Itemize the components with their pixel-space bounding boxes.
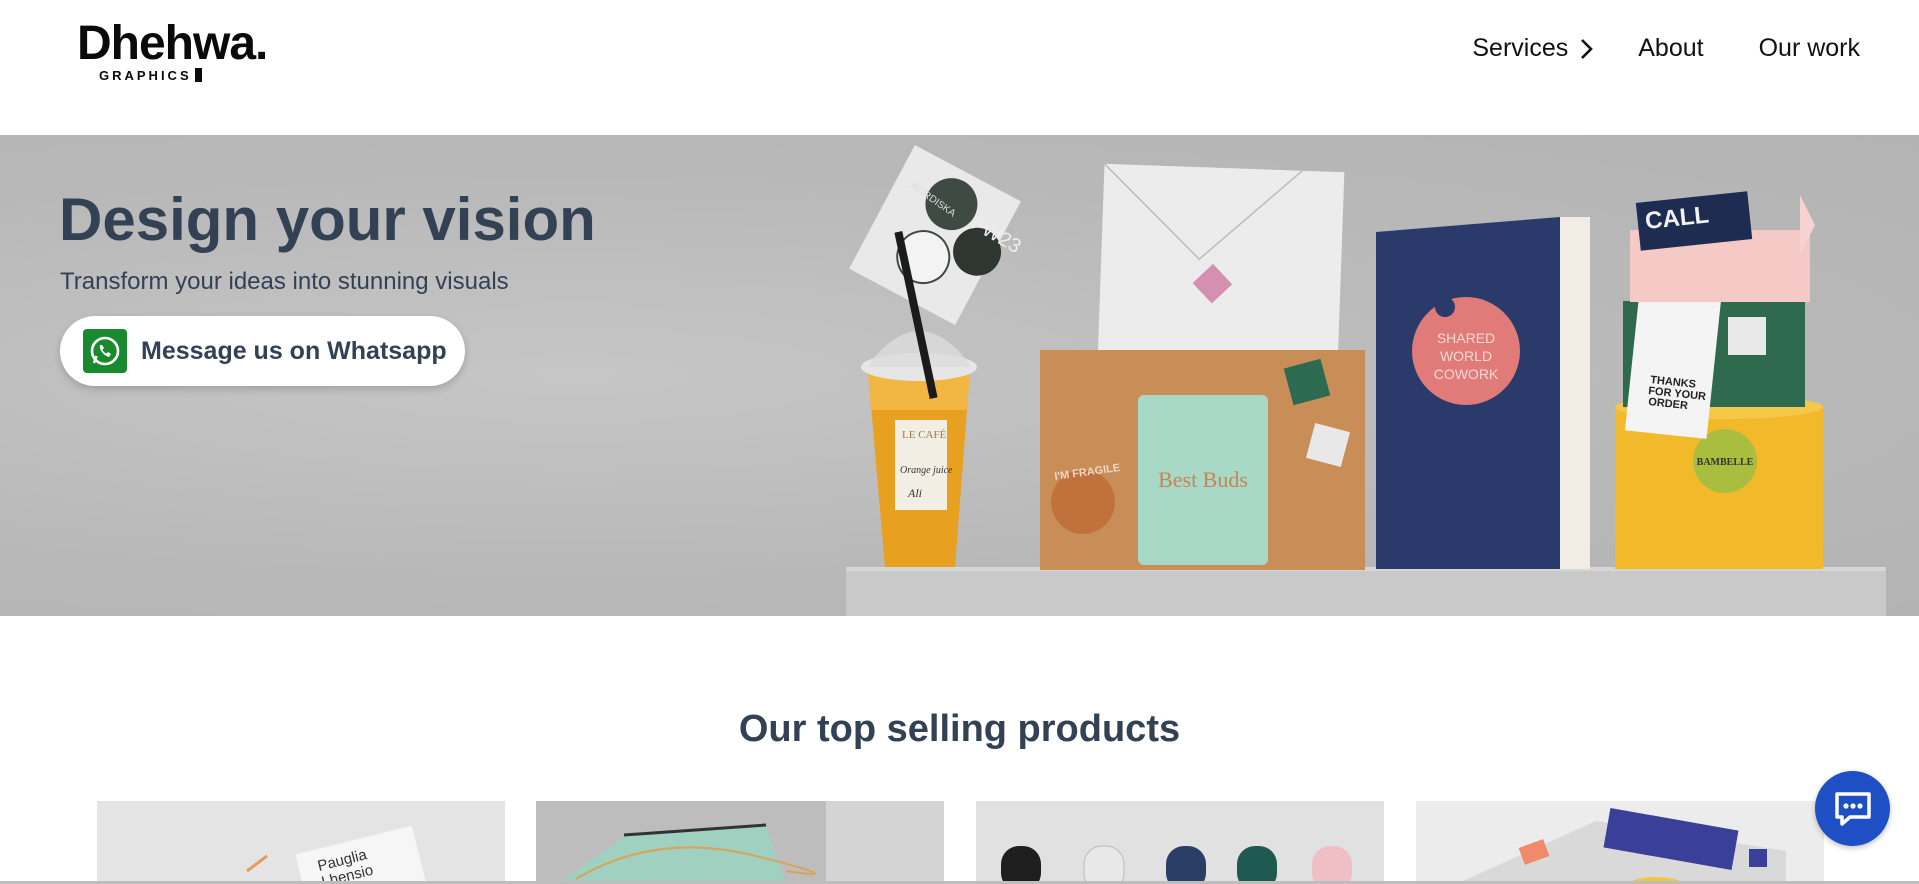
product-card[interactable]	[976, 801, 1384, 884]
hero-title: Design your vision	[59, 186, 596, 253]
product-image-poster	[536, 801, 944, 884]
main-nav: Services About Our work	[1472, 34, 1860, 63]
whatsapp-button-label: Message us on Whatsapp	[141, 336, 447, 365]
book-circle-line2: WORLD	[1440, 348, 1492, 364]
logo-subtext: GRAPHICS	[99, 68, 192, 83]
bambelle-text: BAMBELLE	[1697, 457, 1754, 468]
chat-bubble-icon	[1834, 791, 1871, 826]
product-image-business-cards: Pauglia Lhensio	[97, 801, 505, 884]
product-cards: Pauglia Lhensio	[0, 801, 1919, 884]
product-card[interactable]	[536, 801, 944, 884]
product-card[interactable]	[1416, 801, 1824, 884]
juice-name-text: Ali	[907, 486, 922, 500]
hero-product-scene: NORDISKA FW23 Best Buds I'M FRAGILE LE C…	[846, 145, 1886, 616]
nav-about[interactable]: About	[1638, 34, 1703, 63]
juice-label-text: Orange juice	[900, 465, 953, 476]
book-circle-line1: SHARED	[1437, 330, 1495, 346]
site-header: Dhehwa. GRAPHICS Services About Our work	[0, 0, 1919, 135]
nav-services-label: Services	[1472, 34, 1569, 62]
cafe-label-text: LE CAFÉ	[902, 429, 947, 441]
logo-wordmark: Dhehwa.	[77, 17, 268, 70]
nav-our-work[interactable]: Our work	[1759, 34, 1860, 63]
chevron-right-icon	[1581, 38, 1594, 59]
hero-subtitle: Transform your ideas into stunning visua…	[60, 268, 509, 295]
book-circle-line3: COWORK	[1434, 366, 1499, 382]
product-card[interactable]: Pauglia Lhensio	[97, 801, 505, 884]
hero-banner: Design your vision Transform your ideas …	[0, 135, 1919, 616]
whatsapp-button[interactable]: Message us on Whatsapp	[60, 316, 465, 386]
product-image-coffee-packaging	[1416, 801, 1824, 884]
chat-button[interactable]	[1815, 771, 1890, 846]
nav-services[interactable]: Services	[1472, 34, 1594, 63]
whatsapp-icon	[83, 329, 127, 373]
logo[interactable]: Dhehwa. GRAPHICS	[77, 20, 277, 90]
product-image-bottles	[976, 801, 1384, 884]
logo-bar	[195, 68, 202, 82]
section-title: Our top selling products	[738, 708, 1181, 750]
card-title-text: Best Buds	[1158, 467, 1248, 492]
